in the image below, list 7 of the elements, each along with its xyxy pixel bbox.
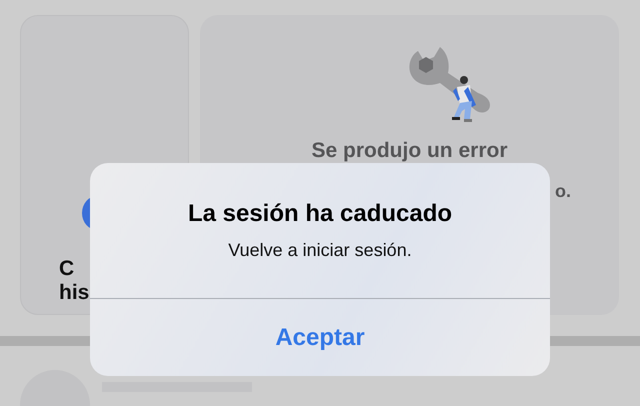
card-text: his: [59, 281, 90, 305]
card-text: C: [59, 257, 74, 281]
alert-title: La sesión ha caducado: [188, 200, 452, 228]
accept-button[interactable]: Aceptar: [90, 299, 550, 376]
alert-message: Vuelve a iniciar sesión.: [228, 240, 412, 261]
error-title: Se produjo un error: [311, 139, 508, 163]
error-text: o.: [555, 181, 571, 202]
